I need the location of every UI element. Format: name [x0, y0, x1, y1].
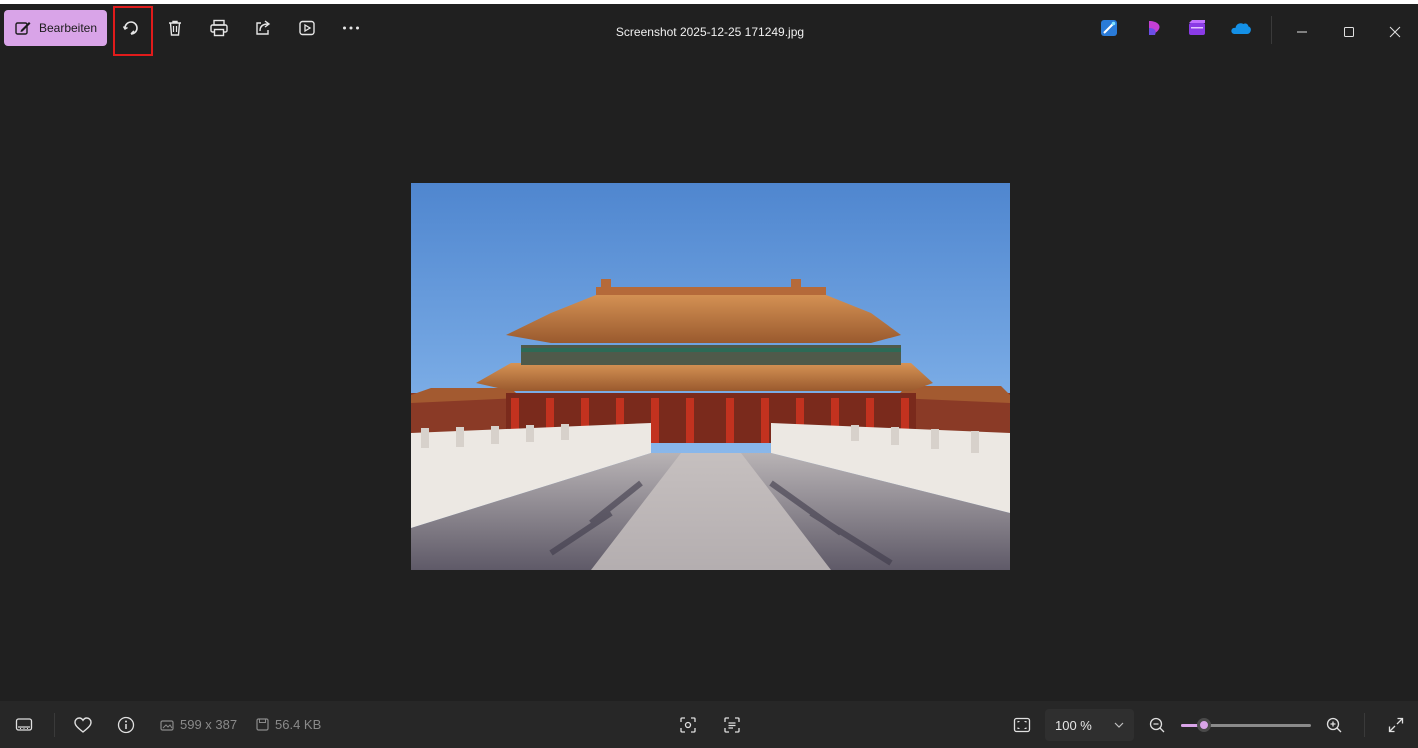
chevron-down-icon: [1114, 722, 1124, 728]
toolbar-divider: [1271, 16, 1272, 44]
share-button[interactable]: [247, 12, 279, 44]
more-options-button[interactable]: [335, 12, 367, 44]
zoom-level-dropdown[interactable]: 100 %: [1045, 709, 1134, 741]
onedrive-app-button[interactable]: [1231, 18, 1251, 38]
fit-screen-icon: [1013, 717, 1031, 733]
rotate-button[interactable]: [115, 12, 147, 44]
filmstrip-icon: [15, 718, 33, 731]
close-button[interactable]: [1372, 8, 1418, 56]
slideshow-button[interactable]: [291, 12, 323, 44]
clipchamp-video-app-button[interactable]: [1187, 18, 1207, 38]
file-title: Screenshot 2025-12-25 171249.jpg: [615, 25, 805, 39]
slideshow-icon: [299, 20, 315, 36]
onedrive-icon: [1231, 23, 1251, 34]
zoom-out-icon: [1149, 717, 1165, 733]
share-icon: [256, 20, 271, 35]
close-icon: [1389, 26, 1401, 38]
dimensions-text: 599 x 387: [180, 717, 238, 732]
edit-icon: [15, 22, 31, 35]
zoom-slider-thumb[interactable]: [1197, 718, 1212, 732]
zoom-level-value: 100 %: [1055, 717, 1092, 733]
expand-icon: [1388, 717, 1404, 733]
status-divider: [54, 713, 55, 737]
print-button[interactable]: [203, 12, 235, 44]
visual-search-icon: [680, 717, 696, 733]
top-toolbar: Bearbeiten Screenshot 2025-12-25 171249.…: [0, 4, 1418, 56]
zoom-slider[interactable]: [1181, 715, 1311, 735]
zoom-in-button[interactable]: [1318, 709, 1350, 741]
file-size-text: 56.4 KB: [275, 717, 322, 732]
maximize-icon: [1344, 27, 1354, 37]
heart-icon: [74, 717, 92, 733]
file-size: 56.4 KB: [256, 701, 321, 748]
clipchamp-video-icon: [1189, 20, 1205, 35]
designer-app-button[interactable]: [1099, 18, 1119, 38]
rotate-icon: [122, 21, 138, 35]
dimensions-icon: [160, 719, 174, 731]
forbidden-city-photo: [411, 183, 1010, 570]
text-scan-button[interactable]: [716, 709, 748, 741]
zoom-divider: [1364, 713, 1365, 737]
zoom-in-icon: [1326, 717, 1342, 733]
info-icon: [117, 716, 135, 734]
edit-button-label: Bearbeiten: [38, 21, 98, 35]
fullscreen-button[interactable]: [1380, 709, 1412, 741]
zoom-out-button[interactable]: [1141, 709, 1173, 741]
clipchamp-app-button[interactable]: [1144, 18, 1164, 38]
delete-button[interactable]: [159, 12, 191, 44]
clipchamp-icon: [1149, 21, 1160, 35]
favorite-button[interactable]: [67, 709, 99, 741]
image-dimensions: 599 x 387: [160, 701, 237, 748]
bottom-status-bar: 599 x 387 56.4 KB 100 %: [0, 701, 1418, 748]
maximize-button[interactable]: [1326, 8, 1372, 56]
filmstrip-button[interactable]: [8, 709, 40, 741]
visual-search-button[interactable]: [672, 709, 704, 741]
scan-text-icon: [724, 717, 740, 733]
designer-icon: [1101, 20, 1117, 36]
delete-icon: [169, 20, 181, 36]
photo-canvas[interactable]: [411, 183, 1010, 570]
more-icon: [343, 26, 359, 30]
fit-to-window-button[interactable]: [1006, 709, 1038, 741]
info-button[interactable]: [110, 709, 142, 741]
minimize-icon: [1297, 31, 1307, 33]
print-icon: [210, 19, 228, 37]
save-icon: [256, 718, 269, 731]
minimize-button[interactable]: [1279, 8, 1325, 56]
edit-button[interactable]: Bearbeiten: [4, 10, 107, 46]
